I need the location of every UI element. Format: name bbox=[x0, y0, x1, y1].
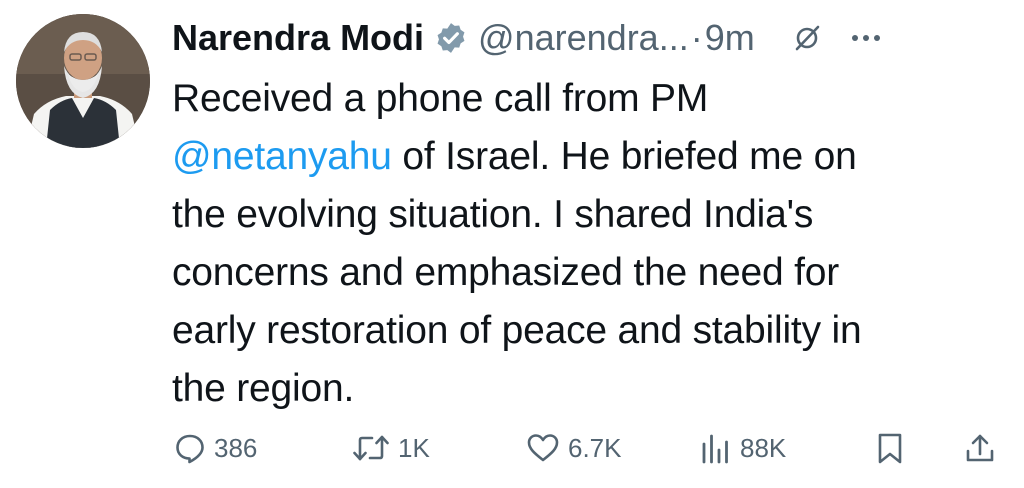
reply-count: 386 bbox=[214, 432, 258, 463]
post-text-part-1: Received a phone call from PM bbox=[172, 77, 709, 120]
repost-icon bbox=[352, 432, 390, 464]
post-header: Narendra Modi @narendra... · 9m bbox=[172, 10, 1008, 66]
like-count: 6.7K bbox=[568, 432, 622, 463]
repost-button[interactable]: 1K bbox=[352, 424, 430, 472]
share-button[interactable] bbox=[964, 424, 996, 472]
share-icon bbox=[964, 432, 996, 464]
avatar[interactable] bbox=[16, 14, 150, 148]
action-bar: 386 1K 6.7K 88K bbox=[0, 424, 1024, 472]
mention-link[interactable]: @netanyahu bbox=[172, 135, 392, 178]
author-name[interactable]: Narendra Modi bbox=[172, 17, 424, 59]
repost-count: 1K bbox=[398, 432, 430, 463]
author-handle[interactable]: @narendra... bbox=[478, 17, 689, 59]
post-text: Received a phone call from PM @netanyahu… bbox=[172, 70, 1002, 418]
views-icon bbox=[700, 432, 732, 464]
like-button[interactable]: 6.7K bbox=[526, 424, 622, 472]
bookmark-icon bbox=[876, 432, 904, 464]
reply-icon bbox=[174, 432, 206, 464]
post-time[interactable]: 9m bbox=[705, 17, 755, 59]
bookmark-button[interactable] bbox=[876, 424, 904, 472]
grok-icon[interactable] bbox=[793, 24, 821, 52]
views-button[interactable]: 88K bbox=[700, 424, 786, 472]
views-count: 88K bbox=[740, 432, 787, 463]
verified-badge-icon[interactable] bbox=[434, 21, 468, 55]
more-icon[interactable] bbox=[851, 33, 881, 43]
time-separator: · bbox=[690, 17, 703, 58]
reply-button[interactable]: 386 bbox=[174, 424, 257, 472]
heart-icon bbox=[526, 432, 560, 464]
